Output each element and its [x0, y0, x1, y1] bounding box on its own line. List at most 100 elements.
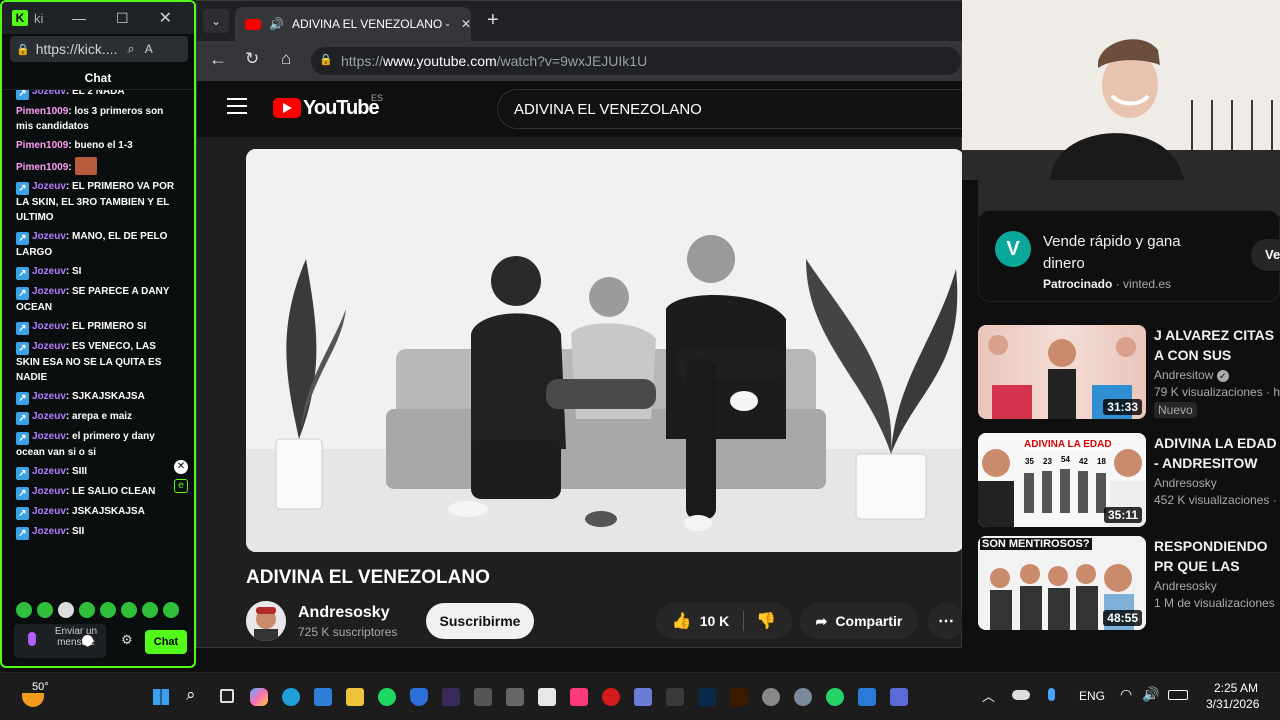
tab-youtube[interactable]: 🔊 ADIVINA EL VENEZOLANO - Y ✕	[235, 7, 471, 41]
video-title[interactable]: J ALVAREZ CITAS A CON SUS BOLSOS	[1154, 325, 1280, 365]
app-icon[interactable]	[762, 688, 780, 706]
home-icon[interactable]: ⌂	[281, 49, 291, 69]
chat-username[interactable]: Jozeuv	[32, 506, 66, 517]
chat-username[interactable]: Jozeuv	[32, 286, 66, 297]
video-title[interactable]: RESPONDIENDO PR QUE LAS MUJERES	[1154, 536, 1280, 576]
zoom-icon[interactable]: ⌕	[127, 41, 134, 57]
weather-temperature[interactable]: 50°	[32, 681, 49, 693]
video-thumbnail[interactable]: 31:33	[978, 325, 1146, 419]
app-icon[interactable]	[538, 688, 556, 706]
task-view-icon[interactable]	[220, 689, 234, 703]
menu-hamburger-icon[interactable]	[227, 98, 247, 114]
volume-icon[interactable]: 🔊	[1142, 686, 1159, 703]
search-icon[interactable]: ⌕	[186, 685, 196, 705]
speaker-icon[interactable]: 🔊	[269, 17, 284, 31]
app-icon[interactable]	[890, 688, 908, 706]
related-video-2[interactable]: ADIVINA LA EDAD 35 23 54 42 18 35:11 ADI…	[978, 433, 1280, 527]
ad-cta-button[interactable]: Ve	[1251, 239, 1280, 271]
clock-date[interactable]: 3/31/2026	[1206, 697, 1259, 711]
maximize-button[interactable]: ☐	[116, 10, 129, 27]
emote-icon[interactable]	[16, 602, 32, 618]
subscribe-button[interactable]: Suscribirme	[426, 603, 534, 639]
chat-username[interactable]: Jozeuv	[32, 466, 66, 477]
close-circle-icon[interactable]: ✕	[174, 460, 188, 474]
reload-icon[interactable]: ↻	[245, 49, 259, 69]
video-channel[interactable]: Andresosky	[1154, 476, 1280, 490]
microphone-icon[interactable]	[28, 632, 36, 646]
back-arrow-icon[interactable]: ←	[209, 49, 227, 70]
app-icon[interactable]	[858, 688, 876, 706]
battery-icon[interactable]	[1168, 690, 1188, 700]
microphone-icon[interactable]	[1048, 688, 1055, 701]
chat-username[interactable]: Jozeuv	[32, 90, 66, 97]
share-button[interactable]: ➦ Compartir	[800, 603, 918, 639]
emote-menu-icon[interactable]: e	[174, 479, 188, 493]
weather-icon[interactable]	[22, 693, 44, 707]
video-channel[interactable]: Andresitow ✓	[1154, 368, 1280, 382]
onedrive-icon[interactable]	[1012, 690, 1030, 700]
dislike-button[interactable]: 👎	[744, 611, 776, 631]
copilot-icon[interactable]	[250, 688, 268, 706]
chat-username[interactable]: Jozeuv	[32, 391, 66, 402]
language-indicator[interactable]: ENG	[1079, 689, 1105, 703]
chat-username[interactable]: Jozeuv	[32, 411, 66, 422]
emote-icon[interactable]	[121, 602, 137, 618]
emote-icon[interactable]	[142, 602, 158, 618]
video-thumbnail[interactable]: ADIVINA LA EDAD 35 23 54 42 18 35:11	[978, 433, 1146, 527]
video-player[interactable]	[246, 149, 964, 552]
chat-username[interactable]: Jozeuv	[32, 431, 66, 442]
chat-username[interactable]: Pimen1009	[16, 162, 68, 173]
settings-gear-icon[interactable]	[794, 688, 812, 706]
app-icon[interactable]	[474, 688, 492, 706]
emote-icon[interactable]	[163, 602, 179, 618]
channel-avatar[interactable]	[246, 601, 286, 641]
whatsapp-icon[interactable]	[826, 688, 844, 706]
emote-icon[interactable]	[58, 602, 74, 618]
chat-username[interactable]: Jozeuv	[32, 181, 66, 192]
tray-chevron-up-icon[interactable]: ︿	[982, 686, 995, 705]
send-chat-button[interactable]: Chat	[145, 630, 187, 654]
video-channel[interactable]: Andresosky	[1154, 579, 1280, 593]
store-icon[interactable]	[314, 688, 332, 706]
music-icon[interactable]	[570, 688, 588, 706]
file-explorer-icon[interactable]	[346, 688, 364, 706]
chat-username[interactable]: Pimen1009	[16, 106, 68, 117]
app-icon[interactable]	[506, 688, 524, 706]
site-info-icon[interactable]: 🔒	[319, 53, 333, 66]
chat-username[interactable]: Jozeuv	[32, 321, 66, 332]
close-button[interactable]: ✕	[159, 8, 172, 28]
url-bar[interactable]: 🔒 https://www.youtube.com/watch?v=9wxJEJ…	[311, 47, 961, 75]
related-video-1[interactable]: 31:33 J ALVAREZ CITAS A CON SUS BOLSOS A…	[978, 325, 1280, 419]
wifi-icon[interactable]: ◠	[1120, 686, 1132, 703]
chat-username[interactable]: Jozeuv	[32, 526, 66, 537]
photoshop-icon[interactable]	[698, 688, 716, 706]
tab-list-chevron-icon[interactable]: ⌄	[203, 9, 229, 33]
app-icon[interactable]	[602, 688, 620, 706]
chat-username[interactable]: Jozeuv	[32, 266, 66, 277]
chat-username[interactable]: Jozeuv	[32, 231, 66, 242]
channel-name[interactable]: Andresosky	[298, 604, 390, 622]
chat-username[interactable]: Jozeuv	[32, 486, 66, 497]
emote-icon[interactable]	[37, 602, 53, 618]
app-icon[interactable]	[442, 688, 460, 706]
defender-icon[interactable]	[410, 688, 428, 706]
video-title[interactable]: ADIVINA LA EDAD - ANDRESITOW	[1154, 433, 1280, 473]
emote-icon[interactable]	[79, 602, 95, 618]
chat-username[interactable]: Jozeuv	[32, 341, 66, 352]
video-thumbnail[interactable]: SON MENTIROSOS? 48:55	[978, 536, 1146, 630]
app-icon[interactable]	[634, 688, 652, 706]
like-button[interactable]: 👍 10 K	[672, 611, 745, 631]
kick-address-bar[interactable]: 🔒 https://kick.... ⌕ A	[10, 36, 188, 62]
new-tab-icon[interactable]: +	[487, 9, 499, 32]
youtube-logo-icon[interactable]	[273, 98, 301, 118]
start-windows-icon[interactable]	[153, 689, 169, 705]
minimize-button[interactable]: —	[72, 10, 86, 26]
related-video-3[interactable]: SON MENTIROSOS? 48:55 RESPONDIENDO PR QU…	[978, 536, 1280, 630]
read-aloud-icon[interactable]: A	[145, 42, 153, 56]
emote-icon[interactable]	[100, 602, 116, 618]
edge-browser-icon[interactable]	[282, 688, 300, 706]
ad-card[interactable]: V Vende rápido y gana dinero Patrocinado…	[978, 210, 1280, 302]
illustrator-icon[interactable]	[730, 688, 748, 706]
more-actions-button[interactable]: ⋯	[928, 603, 964, 639]
app-icon[interactable]	[666, 688, 684, 706]
